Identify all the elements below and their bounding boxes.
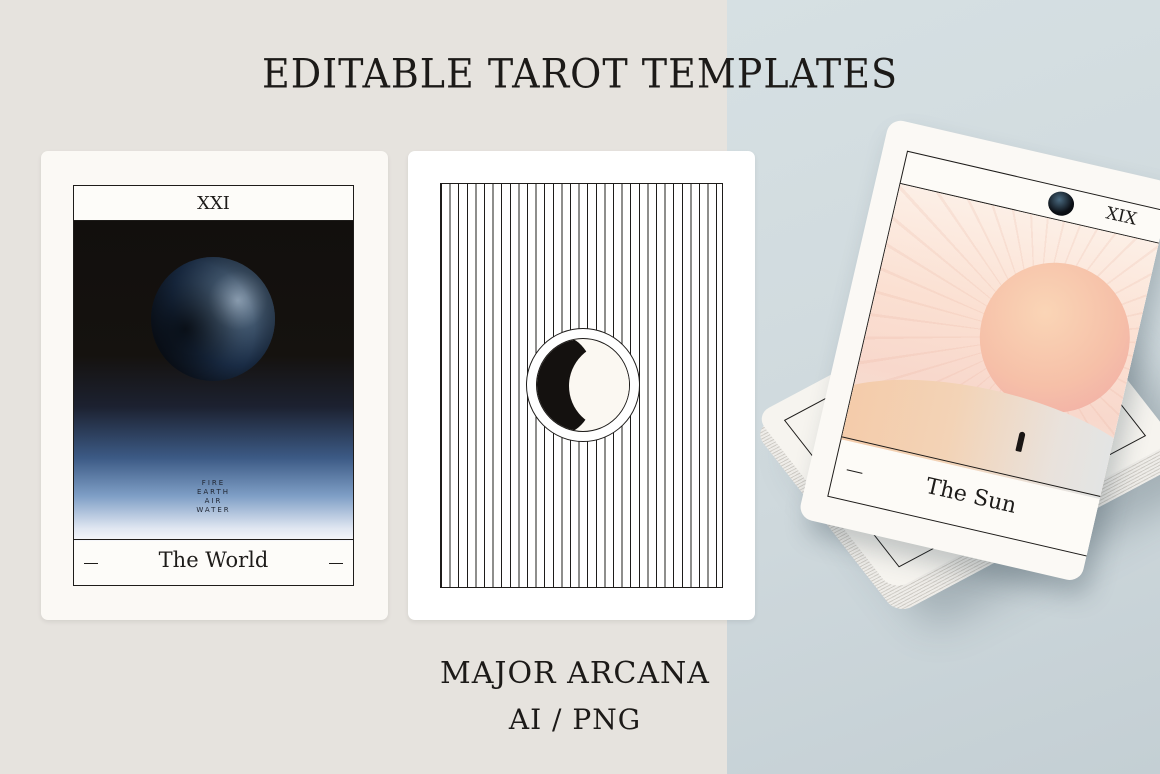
elements-list: FIRE EARTH AIR WATER [74, 479, 353, 515]
card-footer: The World [74, 539, 353, 585]
dash-divider [329, 563, 343, 565]
card-numeral: XIX [1103, 203, 1139, 230]
element-text: WATER [196, 506, 231, 514]
planet-illustration [151, 257, 275, 381]
moon-ring [526, 328, 640, 442]
card-frame: XXI FIRE EARTH AIR WATER The World [73, 185, 354, 586]
subtitle-line-1: MAJOR ARCANA [440, 656, 710, 691]
element-text: EARTH [196, 488, 231, 496]
card-back [408, 151, 755, 620]
card-numeral: XXI [74, 186, 353, 221]
element-text: FIRE [201, 479, 226, 487]
element-text: AIR [204, 497, 223, 505]
crescent-moon-icon [536, 338, 630, 432]
card-the-world: XXI FIRE EARTH AIR WATER The World [41, 151, 388, 620]
headline: EDITABLE TAROT TEMPLATES [261, 50, 899, 98]
striped-pattern [440, 183, 723, 588]
subtitle-line-2: AI / PNG [508, 703, 642, 736]
orb-icon [1045, 189, 1077, 219]
card-name: The World [158, 548, 269, 572]
card-artwork: FIRE EARTH AIR WATER [74, 221, 353, 541]
